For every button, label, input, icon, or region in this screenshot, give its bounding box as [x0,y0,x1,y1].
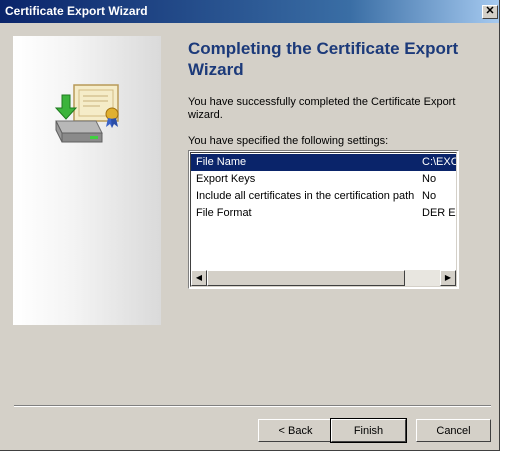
settings-label: You have specified the following setting… [188,135,389,147]
title-bar[interactable]: Certificate Export Wizard ✕ [0,0,499,23]
horizontal-scrollbar[interactable]: ◀ ▶ [191,270,456,286]
button-separator [14,405,491,407]
setting-value: No [422,173,437,185]
arrow-left-icon: ◀ [195,273,203,282]
certificate-export-icon [54,84,119,143]
arrow-right-icon: ▶ [444,273,452,282]
scroll-right-button[interactable]: ▶ [440,270,456,286]
list-item[interactable]: File Name C:\EXC [191,154,457,171]
setting-value: No [422,190,437,202]
success-message: You have successfully completed the Cert… [188,96,456,121]
wizard-window: Certificate Export Wizard ✕ Completing t… [0,0,500,451]
scrollbar-thumb[interactable] [207,270,405,286]
close-icon: ✕ [485,5,495,17]
setting-name: Include all certificates in the certific… [196,190,415,202]
page-title: Completing the Certificate Export Wizard [188,39,459,79]
settings-list-body: File Name C:\EXC Export Keys No Include … [190,152,457,287]
list-item[interactable]: Export Keys No [191,171,456,188]
list-item[interactable]: Include all certificates in the certific… [191,188,456,205]
window-title: Certificate Export Wizard [5,4,148,18]
finish-button[interactable]: Finish [330,418,407,443]
cancel-button[interactable]: Cancel [416,419,491,442]
wizard-side-banner [13,36,161,325]
settings-list[interactable]: File Name C:\EXC Export Keys No Include … [188,150,459,289]
setting-value: DER En [422,207,456,219]
back-button[interactable]: < Back [258,419,333,442]
setting-value: C:\EXC [422,156,457,168]
scroll-left-button[interactable]: ◀ [191,270,207,286]
list-item[interactable]: File Format DER En [191,205,456,222]
setting-name: File Name [196,156,247,168]
close-button[interactable]: ✕ [482,5,498,19]
setting-name: File Format [196,207,252,219]
setting-name: Export Keys [196,173,256,185]
